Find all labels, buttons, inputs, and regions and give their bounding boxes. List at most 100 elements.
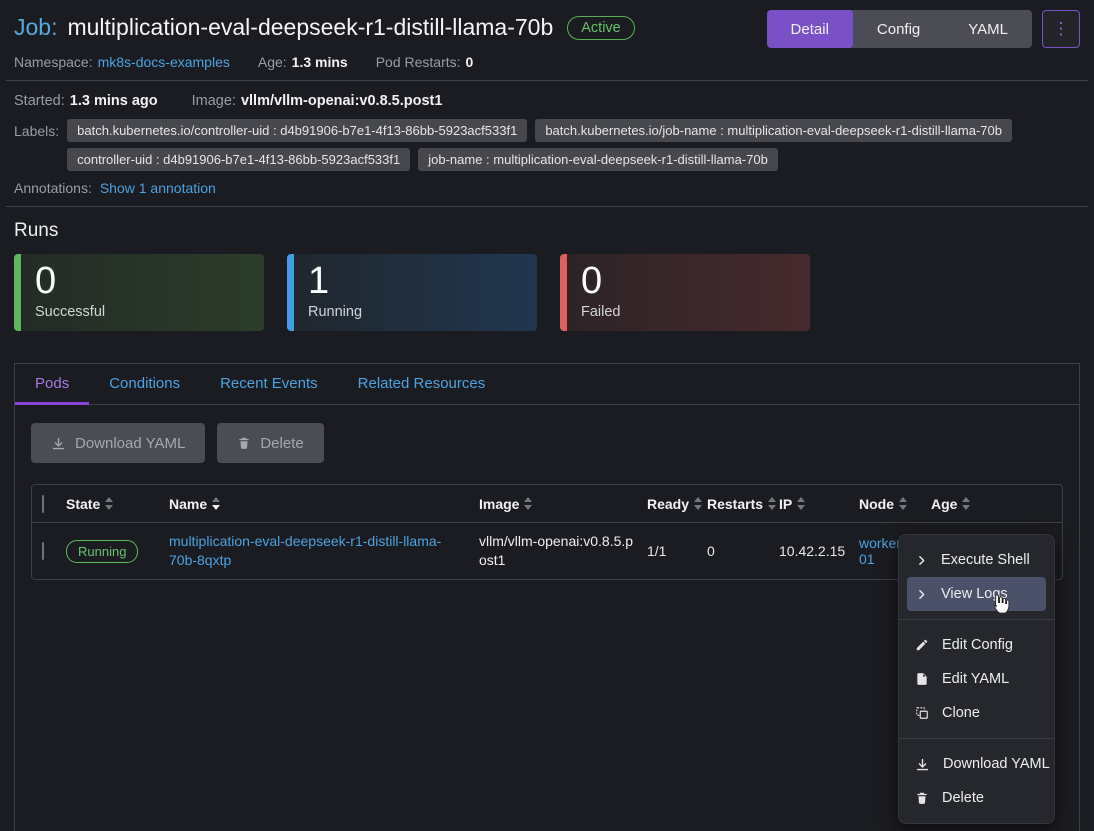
sort-icon [212, 497, 220, 510]
image-meta: Image: vllm/vllm-openai:v0.8.5.post1 [192, 93, 443, 109]
labels-rows: batch.kubernetes.io/controller-uid : d4b… [67, 119, 1012, 171]
started-row: Started: 1.3 mins ago Image: vllm/vllm-o… [14, 93, 1080, 109]
pod-restarts-meta: Pod Restarts: 0 [376, 54, 474, 70]
trash-icon [915, 791, 929, 805]
table-toolbar: Download YAML Delete [31, 423, 1063, 463]
show-annotation-link[interactable]: Show 1 annotation [100, 180, 216, 196]
detail-view-button[interactable]: Detail [767, 10, 853, 48]
row-checkbox[interactable] [42, 542, 44, 560]
age-meta: Age: 1.3 mins [258, 54, 348, 70]
sort-icon [899, 497, 907, 510]
delete-button[interactable]: Delete [217, 423, 323, 463]
pod-state-badge: Running [66, 540, 138, 563]
chevron-right-icon [915, 554, 928, 567]
header-actions: Detail Config YAML ⋮ [767, 10, 1080, 48]
annotations-row: Annotations: Show 1 annotation [14, 180, 1080, 196]
success-accent-stripe [14, 254, 21, 331]
running-count: 1 [308, 261, 523, 303]
menu-divider [899, 619, 1054, 620]
tab-related-resources[interactable]: Related Resources [338, 364, 506, 405]
download-icon [915, 757, 930, 772]
runs-cards: 0 Successful 1 Running 0 Failed [14, 254, 1080, 331]
column-header-node[interactable]: Node [859, 496, 931, 512]
sort-icon [694, 497, 702, 510]
pod-restarts-cell: 0 [707, 543, 779, 559]
annotations-label: Annotations: [14, 180, 92, 196]
labels-line-1: batch.kubernetes.io/controller-uid : d4b… [67, 119, 1012, 142]
title-group: Job: multiplication-eval-deepseek-r1-dis… [14, 10, 635, 41]
file-icon [915, 672, 929, 686]
successful-count: 0 [35, 261, 250, 303]
menu-item-edit-yaml[interactable]: Edit YAML [899, 662, 1054, 696]
menu-item-delete[interactable]: Delete [899, 781, 1054, 815]
column-header-restarts[interactable]: Restarts [707, 496, 779, 512]
pod-image-cell: vllm/vllm-openai:v0.8.5.post1 [479, 532, 647, 570]
header-kebab-menu-icon[interactable]: ⋮ [1042, 10, 1080, 48]
pod-name-cell: multiplication-eval-deepseek-r1-distill-… [169, 532, 479, 570]
sort-icon [797, 497, 805, 510]
pod-restarts-value: 0 [466, 54, 474, 70]
column-header-name[interactable]: Name [169, 496, 479, 512]
column-header-age[interactable]: Age [931, 496, 1015, 512]
page-header: Job: multiplication-eval-deepseek-r1-dis… [14, 10, 1080, 48]
select-all-checkbox[interactable] [42, 495, 44, 513]
namespace-link[interactable]: mk8s-docs-examples [98, 54, 230, 70]
pod-actions-context-menu: Execute Shell View Logs Edit Config Edit… [898, 534, 1055, 824]
label-tag: job-name : multiplication-eval-deepseek-… [418, 148, 778, 171]
failed-runs-card: 0 Failed [560, 254, 810, 331]
age-value: 1.3 mins [292, 54, 348, 70]
label-tag: controller-uid : d4b91906-b7e1-4f13-86bb… [67, 148, 410, 171]
started-meta: Started: 1.3 mins ago [14, 93, 158, 109]
tabs-bar: Pods Conditions Recent Events Related Re… [15, 364, 1079, 405]
header-meta-row: Namespace: mk8s-docs-examples Age: 1.3 m… [14, 54, 1080, 70]
failed-label: Failed [581, 304, 796, 320]
image-label: Image: [192, 93, 236, 109]
started-value: 1.3 mins ago [70, 93, 158, 109]
menu-divider [899, 738, 1054, 739]
namespace-meta: Namespace: mk8s-docs-examples [14, 54, 230, 70]
header-divider [6, 80, 1088, 81]
trash-icon [237, 436, 251, 450]
config-view-button[interactable]: Config [853, 10, 944, 48]
menu-item-clone[interactable]: Clone [899, 696, 1054, 730]
menu-item-view-logs[interactable]: View Logs [907, 577, 1046, 611]
age-label: Age: [258, 54, 287, 70]
pencil-icon [915, 638, 929, 652]
successful-runs-card: 0 Successful [14, 254, 264, 331]
yaml-view-button[interactable]: YAML [944, 10, 1032, 48]
tab-recent-events[interactable]: Recent Events [200, 364, 338, 405]
column-header-ip[interactable]: IP [779, 496, 859, 512]
chevron-right-icon [915, 588, 928, 601]
labels-label: Labels: [14, 119, 59, 139]
pods-table-header: State Name Image Ready [32, 485, 1062, 523]
image-value: vllm/vllm-openai:v0.8.5.post1 [241, 93, 442, 109]
download-yaml-button[interactable]: Download YAML [31, 423, 205, 463]
sort-icon [768, 497, 776, 510]
tab-conditions[interactable]: Conditions [89, 364, 200, 405]
column-header-ready[interactable]: Ready [647, 496, 707, 512]
running-runs-card: 1 Running [287, 254, 537, 331]
pod-state-cell: Running [66, 540, 169, 563]
menu-item-download-yaml[interactable]: Download YAML [899, 747, 1054, 781]
details-divider [6, 206, 1088, 207]
running-accent-stripe [287, 254, 294, 331]
label-tag: batch.kubernetes.io/controller-uid : d4b… [67, 119, 527, 142]
download-icon [51, 436, 66, 451]
sort-icon [105, 497, 113, 510]
tab-pods[interactable]: Pods [15, 364, 89, 405]
namespace-label: Namespace: [14, 54, 93, 70]
running-label: Running [308, 304, 523, 320]
menu-item-execute-shell[interactable]: Execute Shell [899, 543, 1054, 577]
started-label: Started: [14, 93, 65, 109]
column-header-image[interactable]: Image [479, 496, 647, 512]
pod-ip-cell: 10.42.2.15 [779, 543, 859, 559]
clone-icon [915, 706, 929, 720]
view-switcher: Detail Config YAML [767, 10, 1032, 48]
column-header-state[interactable]: State [66, 496, 169, 512]
pod-name-link[interactable]: multiplication-eval-deepseek-r1-distill-… [169, 533, 441, 568]
labels-block: Labels: batch.kubernetes.io/controller-u… [14, 119, 1080, 171]
menu-item-edit-config[interactable]: Edit Config [899, 628, 1054, 662]
failed-accent-stripe [560, 254, 567, 331]
sort-icon [962, 497, 970, 510]
label-tag: batch.kubernetes.io/job-name : multiplic… [535, 119, 1012, 142]
